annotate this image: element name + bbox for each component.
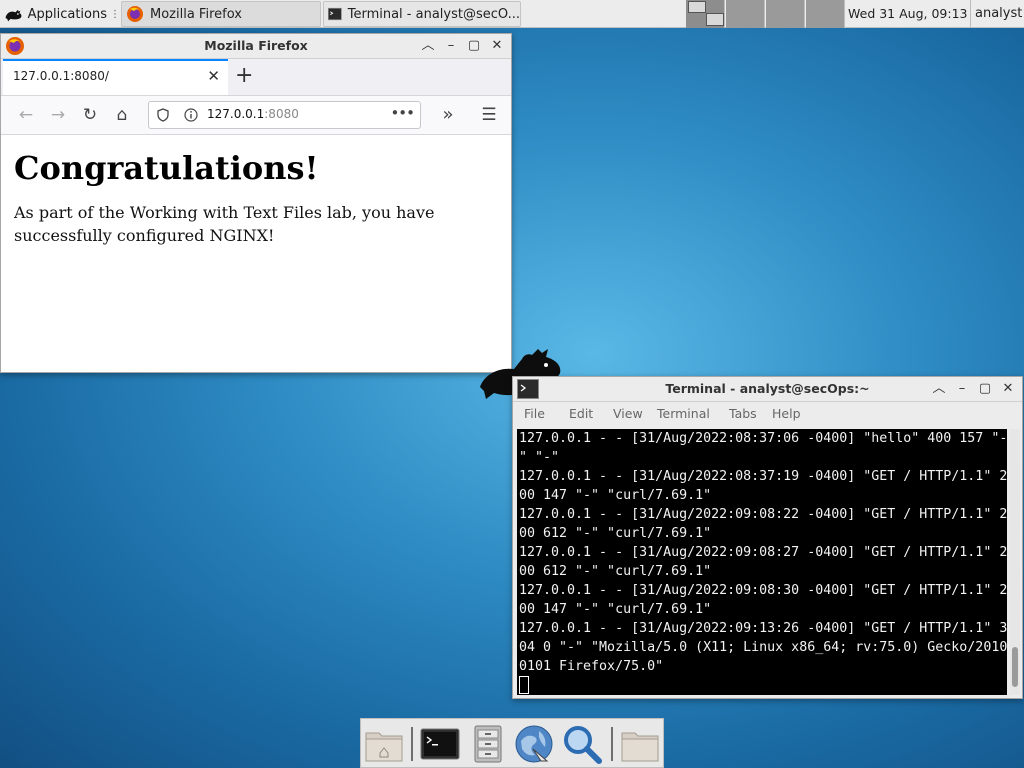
dock-separator [411, 727, 413, 761]
window-minimize-button[interactable]: – [441, 36, 461, 56]
firefox-titlebar[interactable]: Mozilla Firefox ︿ – ▢ ✕ [1, 34, 511, 59]
panel-clock[interactable]: Wed 31 Aug, 09:13 [846, 0, 967, 28]
terminal-line: 00 147 "-" "curl/7.69.1" [519, 602, 712, 617]
bottom-dock [360, 718, 664, 768]
web-browser-icon[interactable] [513, 723, 555, 765]
terminal-line: 127.0.0.1 - - [31/Aug/2022:09:08:30 -040… [519, 583, 1007, 598]
window-maximize-button[interactable]: ▢ [975, 379, 995, 399]
workspace-1-window-thumb [706, 13, 724, 26]
overflow-chevron-icon[interactable]: » [438, 105, 458, 125]
taskbar-firefox-label: Mozilla Firefox [150, 6, 242, 22]
browser-tab-label: 127.0.0.1:8080/ [13, 69, 109, 83]
terminal-line: 127.0.0.1 - - [31/Aug/2022:08:37:19 -040… [519, 469, 1007, 484]
menu-tabs[interactable]: Tabs [729, 406, 757, 421]
new-tab-button[interactable]: + [235, 63, 253, 88]
terminal-line: 00 612 "-" "curl/7.69.1" [519, 564, 712, 579]
tab-close-icon[interactable]: ✕ [207, 67, 220, 85]
applications-label: Applications [27, 6, 107, 22]
terminal-scrollbar-thumb[interactable] [1012, 647, 1018, 687]
terminal-line: " "-" [519, 450, 560, 465]
terminal-scrollbar[interactable] [1010, 429, 1020, 695]
dock-separator [611, 727, 613, 761]
applications-separator: ⋮ [110, 8, 120, 20]
workspace-1-window-thumb [688, 1, 706, 13]
site-info-icon[interactable] [184, 108, 198, 122]
firefox-window: Mozilla Firefox ︿ – ▢ ✕ 127.0.0.1:8080/ … [0, 33, 512, 373]
terminal-prompt-line [519, 676, 1007, 695]
terminal-window: Terminal - analyst@secOps:~ ︿ – ▢ ✕ File… [512, 376, 1023, 699]
terminal-line: 04 0 "-" "Mozilla/5.0 (X11; Linux x86_64… [519, 640, 1007, 655]
url-host: 127.0.0.1 [207, 107, 265, 121]
workspace-2[interactable] [726, 0, 765, 28]
xfce-mouse-logo-icon [5, 9, 22, 22]
terminal-line: 127.0.0.1 - - [31/Aug/2022:09:13:26 -040… [519, 621, 1007, 636]
app-finder-icon[interactable] [561, 723, 603, 765]
applications-menu-button[interactable]: Applications ⋮ [0, 0, 120, 28]
workspace-3[interactable] [766, 0, 805, 28]
browser-tab[interactable]: 127.0.0.1:8080/ ✕ [3, 59, 228, 95]
firefox-nav-bar: ← → ↻ ⌂ 127.0.0.1:8080 ••• » ☰ [1, 96, 511, 135]
taskbar-firefox-button[interactable]: Mozilla Firefox [121, 1, 321, 27]
menu-terminal[interactable]: Terminal [657, 406, 710, 421]
home-button[interactable]: ⌂ [112, 105, 132, 125]
terminal-line: 00 147 "-" "curl/7.69.1" [519, 488, 712, 503]
tracking-protection-shield-icon[interactable] [156, 108, 170, 122]
firefox-icon [127, 6, 143, 22]
top-panel: Applications ⋮ Mozilla Firefox Terminal … [0, 0, 1024, 28]
workspace-1[interactable] [686, 0, 725, 28]
hamburger-menu-icon[interactable]: ☰ [479, 105, 499, 125]
page-heading: Congratulations! [14, 149, 319, 187]
back-button[interactable]: ← [16, 105, 36, 125]
terminal-line: 127.0.0.1 - - [31/Aug/2022:08:37:06 -040… [519, 431, 1007, 446]
workspace-4[interactable] [806, 0, 845, 28]
page-actions-menu-icon[interactable]: ••• [390, 104, 415, 122]
page-paragraph: As part of the Working with Text Files l… [14, 203, 435, 245]
folder-icon[interactable] [619, 723, 661, 765]
web-page-content: Congratulations! As part of the Working … [1, 135, 511, 257]
terminal-output[interactable]: 127.0.0.1 - - [31/Aug/2022:08:37:06 -040… [517, 429, 1007, 695]
panel-user-menu[interactable]: analyst [970, 0, 1022, 28]
menu-help[interactable]: Help [772, 406, 801, 421]
menu-file[interactable]: File [524, 406, 545, 421]
menu-edit[interactable]: Edit [569, 406, 593, 421]
window-shade-button[interactable]: ︿ [418, 36, 438, 56]
window-minimize-button[interactable]: – [952, 379, 972, 399]
terminal-line: 0101 Firefox/75.0" [519, 659, 664, 674]
terminal-line: 00 612 "-" "curl/7.69.1" [519, 526, 712, 541]
taskbar-terminal-button[interactable]: Terminal - analyst@secO... [323, 1, 521, 27]
home-folder-icon[interactable] [363, 723, 405, 765]
url-port: :8080 [264, 107, 299, 121]
menu-view[interactable]: View [613, 406, 643, 421]
taskbar-terminal-label: Terminal - analyst@secO... [347, 6, 520, 22]
window-close-button[interactable]: ✕ [998, 379, 1018, 399]
terminal-cursor [519, 676, 529, 694]
firefox-tab-strip: 127.0.0.1:8080/ ✕ + [1, 59, 511, 96]
window-shade-button[interactable]: ︿ [929, 379, 949, 399]
url-text: 127.0.0.1:8080 [207, 107, 299, 121]
window-maximize-button[interactable]: ▢ [464, 36, 484, 56]
url-bar[interactable]: 127.0.0.1:8080 ••• [148, 101, 421, 129]
terminal-icon[interactable] [419, 723, 461, 765]
forward-button[interactable]: → [48, 105, 68, 125]
terminal-line: 127.0.0.1 - - [31/Aug/2022:09:08:22 -040… [519, 507, 1007, 522]
terminal-menubar: File Edit View Terminal Tabs Help [513, 402, 1022, 426]
terminal-line: 127.0.0.1 - - [31/Aug/2022:09:08:27 -040… [519, 545, 1007, 560]
window-close-button[interactable]: ✕ [487, 36, 507, 56]
reload-button[interactable]: ↻ [80, 105, 100, 125]
terminal-titlebar[interactable]: Terminal - analyst@secOps:~ ︿ – ▢ ✕ [513, 377, 1022, 402]
terminal-icon [328, 7, 342, 21]
file-manager-icon[interactable] [467, 723, 509, 765]
